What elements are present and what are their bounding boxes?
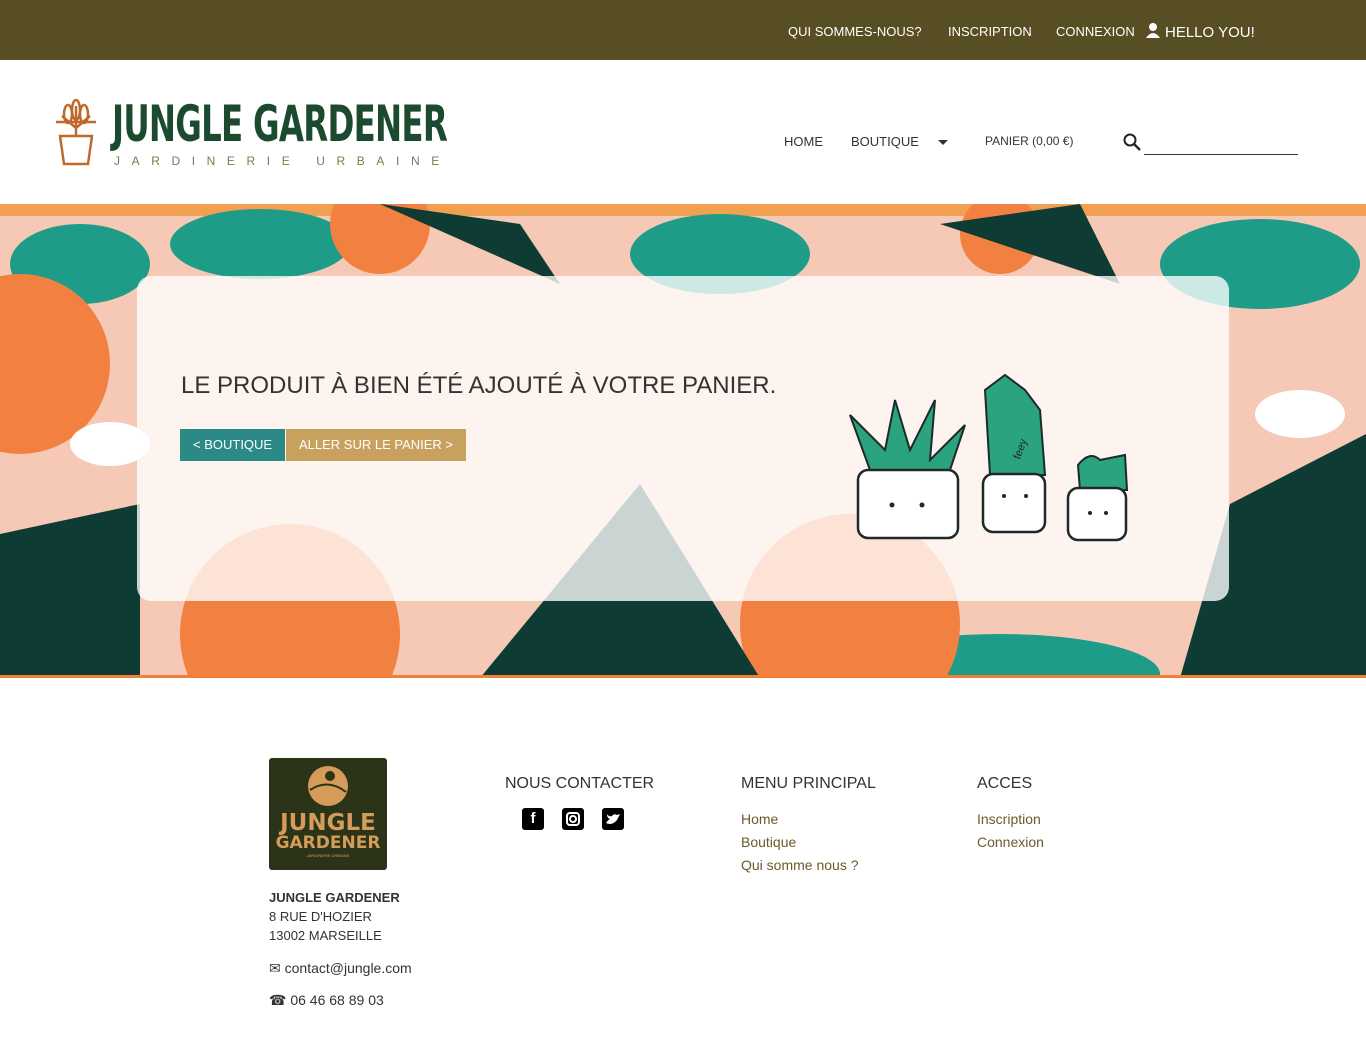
about-link[interactable]: QUI SOMMES-NOUS? — [788, 24, 922, 39]
login-link[interactable]: CONNEXION — [1056, 24, 1135, 39]
footer-address-line1: 8 RUE D'HOZIER — [269, 909, 372, 924]
envelope-icon: ✉ — [269, 960, 281, 976]
go-to-cart-button[interactable]: ALLER SUR LE PANIER > — [286, 429, 467, 461]
footer-link-register[interactable]: Inscription — [977, 811, 1041, 827]
chevron-down-icon[interactable] — [938, 140, 948, 150]
instagram-icon[interactable] — [562, 808, 584, 830]
contact-heading: NOUS CONTACTER — [505, 775, 655, 792]
register-link[interactable]: INSCRIPTION — [948, 24, 1032, 39]
footer-company: JUNGLE GARDENER — [269, 890, 400, 905]
logo-plant-icon — [56, 98, 96, 166]
footer-email-text[interactable]: contact@jungle.com — [285, 960, 412, 976]
nav-home[interactable]: HOME — [784, 134, 823, 149]
phone-icon: ☎ — [269, 992, 287, 1008]
footer-logo-subtitle: JARDINERIE URBAINE — [306, 853, 350, 858]
footer-link-about[interactable]: Qui somme nous ? — [741, 857, 859, 873]
logo-subtitle: JARDINERIE URBAINE — [114, 154, 451, 168]
user-greeting[interactable]: HELLO YOU! — [1165, 24, 1255, 41]
footer-phone-text: 06 46 68 89 03 — [290, 992, 384, 1008]
footer-address-line2: 13002 MARSEILLE — [269, 928, 382, 943]
footer-logo-emblem-icon — [308, 766, 348, 806]
added-to-cart-message: LE PRODUIT À BIEN ÉTÉ AJOUTÉ À VOTRE PAN… — [181, 372, 777, 399]
nav-cart[interactable]: PANIER (0,00 €) — [985, 134, 1073, 148]
search-icon[interactable] — [1122, 132, 1142, 152]
user-icon — [1146, 22, 1160, 41]
top-bar: QUI SOMMES-NOUS? INSCRIPTION CONNEXION H… — [0, 0, 1366, 60]
footer-email[interactable]: ✉ contact@jungle.com — [269, 960, 412, 977]
main-menu-heading: MENU PRINCIPAL — [741, 775, 876, 792]
access-heading: ACCES — [977, 775, 1033, 792]
logo-title[interactable]: JUNGLE GARDENER — [112, 96, 448, 152]
nav-shop[interactable]: BOUTIQUE — [851, 134, 919, 149]
footer-phone: ☎ 06 46 68 89 03 — [269, 992, 384, 1009]
facebook-icon[interactable]: f — [522, 808, 544, 830]
footer-logo[interactable]: JUNGLE GARDENER JARDINERIE URBAINE — [269, 758, 387, 870]
search-input[interactable] — [1144, 154, 1298, 155]
footer-logo-title-1: JUNGLE — [280, 810, 376, 836]
footer-link-home[interactable]: Home — [741, 811, 778, 827]
back-to-shop-button[interactable]: < BOUTIQUE — [180, 429, 286, 461]
footer-link-login[interactable]: Connexion — [977, 834, 1044, 850]
footer-link-shop[interactable]: Boutique — [741, 834, 796, 850]
potted-plants-illustration: feey — [849, 373, 1129, 542]
twitter-icon[interactable] — [602, 808, 624, 830]
footer-logo-title-2: GARDENER — [275, 833, 381, 853]
